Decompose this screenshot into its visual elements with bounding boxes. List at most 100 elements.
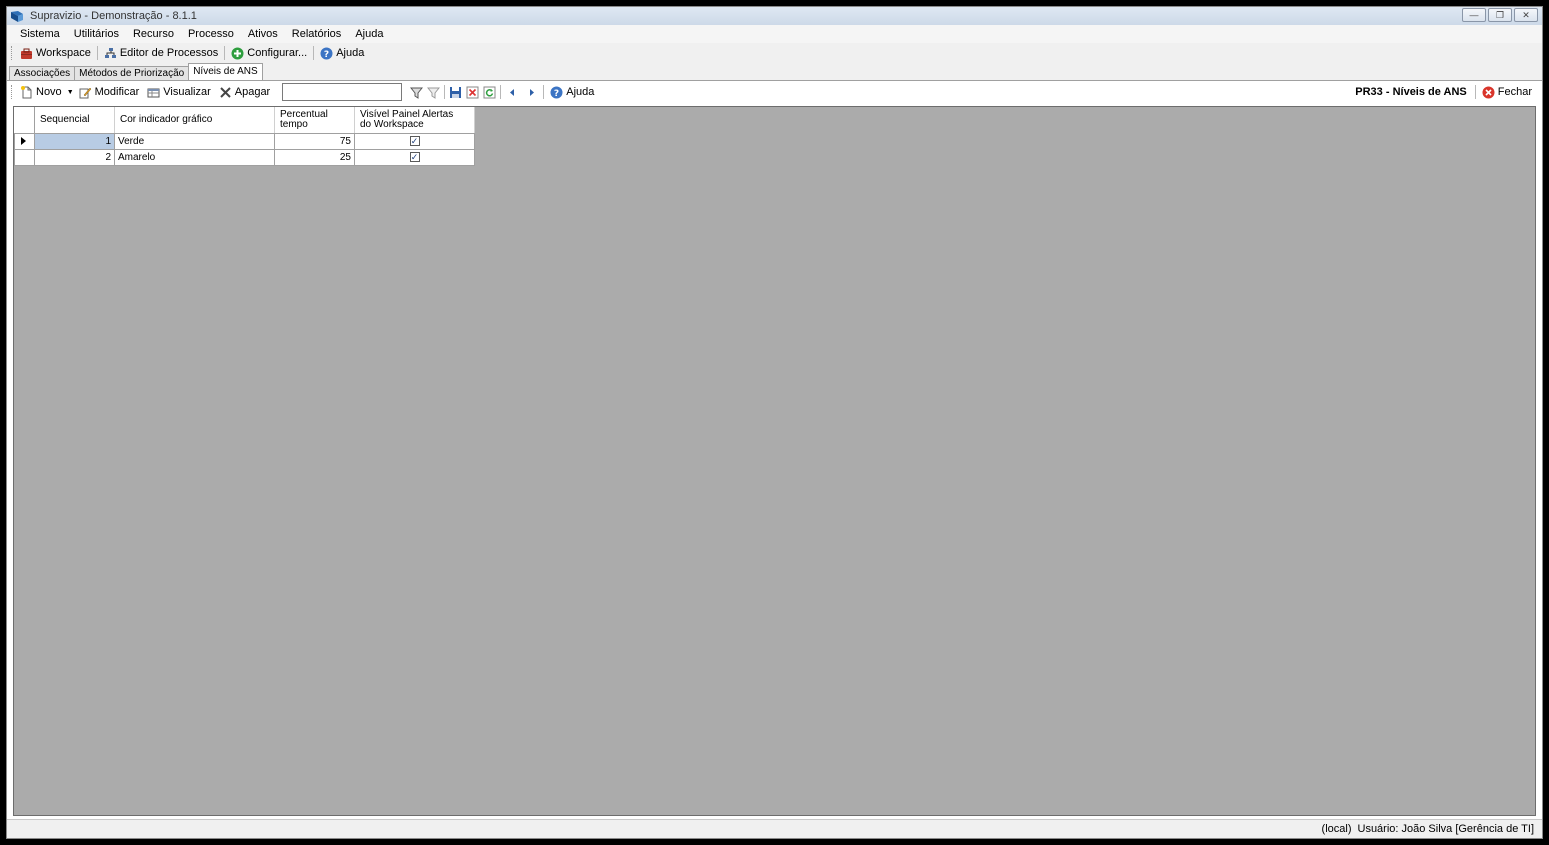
main-toolbar: Workspace Editor de Processos Configurar…	[7, 43, 1542, 63]
toolbar-grip	[11, 85, 14, 99]
minimize-button[interactable]: —	[1462, 8, 1486, 22]
filter-input[interactable]	[282, 83, 403, 101]
arrow-right-icon	[530, 88, 535, 96]
novo-button[interactable]: Novo	[16, 83, 66, 101]
edit-icon	[79, 87, 91, 98]
fechar-button[interactable]: Fechar	[1478, 83, 1536, 101]
modificar-label: Modificar	[94, 86, 140, 98]
record-ajuda-button[interactable]: ? Ajuda	[546, 83, 598, 101]
view-table-icon	[147, 88, 160, 97]
tab-metodos-priorizacao[interactable]: Métodos de Priorização	[74, 66, 190, 80]
refresh-icon	[483, 86, 496, 98]
menu-bar: Sistema Utilitários Recurso Processo Ati…	[7, 25, 1542, 43]
ajuda-label: Ajuda	[336, 47, 365, 59]
restore-icon: ❐	[1495, 9, 1505, 20]
toolbar-separator	[500, 85, 502, 99]
data-grid: Sequencial Cor indicador gráfico Percent…	[14, 107, 475, 166]
row-selector[interactable]	[14, 148, 35, 166]
cell-sequencial[interactable]: 2	[34, 148, 115, 166]
tab-strip: Associações Métodos de Priorização Nívei…	[7, 63, 1542, 80]
app-logo-icon	[11, 10, 23, 22]
visivel-checkbox[interactable]: ✓	[409, 135, 420, 146]
main-window: Supravizio - Demonstração - 8.1.1 — ❐ ✕ …	[6, 6, 1543, 839]
record-toolbar: Novo ▼ Modificar Visualizar Apagar ? Aju…	[7, 81, 1542, 103]
save-icon	[450, 86, 462, 98]
editor-processos-button[interactable]: Editor de Processos	[100, 44, 222, 62]
svg-text:?: ?	[554, 89, 559, 99]
status-user: Usuário: João Silva [Gerência de TI]	[1357, 823, 1535, 835]
ajuda-button[interactable]: ? Ajuda	[316, 44, 368, 62]
toolbar-separator	[1474, 85, 1476, 99]
menu-utilitarios[interactable]: Utilitários	[67, 28, 126, 40]
chevron-down-icon: ▼	[66, 88, 74, 96]
refresh-button[interactable]	[481, 83, 498, 101]
restore-button[interactable]: ❐	[1488, 8, 1512, 22]
visivel-checkbox[interactable]: ✓	[409, 151, 420, 162]
cell-percentual[interactable]: 25	[274, 148, 355, 166]
help-icon: ?	[550, 86, 563, 99]
cancel-icon	[466, 86, 479, 98]
menu-sistema[interactable]: Sistema	[13, 28, 67, 40]
toolbar-separator	[313, 46, 315, 60]
toolbar-separator	[96, 46, 98, 60]
toolbar-separator	[543, 85, 545, 99]
window-title: Supravizio - Demonstração - 8.1.1	[30, 10, 197, 22]
modificar-button[interactable]: Modificar	[75, 83, 144, 101]
flowchart-icon	[104, 47, 116, 58]
cell-visivel[interactable]: ✓	[354, 132, 475, 150]
arrow-left-icon	[510, 88, 515, 96]
row-selector[interactable]	[14, 132, 35, 150]
menu-ajuda[interactable]: Ajuda	[348, 28, 390, 40]
tab-niveis-ans[interactable]: Níveis de ANS	[188, 63, 263, 80]
status-server: (local)	[1321, 823, 1352, 835]
menu-processo[interactable]: Processo	[181, 28, 241, 40]
form-title: PR33 - Níveis de ANS	[1355, 86, 1467, 98]
menu-relatorios[interactable]: Relatórios	[285, 28, 349, 40]
cancel-button[interactable]	[464, 83, 481, 101]
table-row[interactable]: 2 Amarelo 25 ✓	[14, 148, 475, 166]
tab-associacoes[interactable]: Associações	[9, 66, 76, 80]
apagar-button[interactable]: Apagar	[215, 83, 274, 101]
cell-visivel[interactable]: ✓	[354, 148, 475, 166]
column-header-percentual-label: Percentual tempo	[280, 108, 328, 130]
cell-cor[interactable]: Amarelo	[114, 148, 275, 166]
delete-x-icon	[220, 86, 231, 98]
column-header-cor[interactable]: Cor indicador gráfico	[114, 107, 275, 134]
tab-content: Novo ▼ Modificar Visualizar Apagar ? Aju…	[7, 80, 1542, 820]
record-ajuda-label: Ajuda	[566, 86, 595, 98]
grid-header-row: Sequencial Cor indicador gráfico Percent…	[14, 107, 475, 134]
close-icon: ✕	[1522, 9, 1530, 20]
next-record-button[interactable]	[522, 83, 541, 101]
visualizar-label: Visualizar	[163, 86, 211, 98]
svg-text:?: ?	[324, 50, 329, 60]
save-button[interactable]	[447, 83, 464, 101]
new-document-icon	[21, 85, 32, 98]
clear-filter-button[interactable]	[425, 83, 442, 101]
cell-percentual[interactable]: 75	[274, 132, 355, 150]
close-window-button[interactable]: ✕	[1514, 8, 1538, 22]
column-header-percentual[interactable]: Percentual tempo	[274, 107, 355, 134]
column-header-sequencial[interactable]: Sequencial	[34, 107, 115, 134]
toolbar-grip	[11, 46, 14, 60]
apply-filter-button[interactable]	[408, 83, 425, 101]
column-header-visivel[interactable]: Visível Painel Alertas do Workspace	[354, 107, 475, 134]
filter-icon	[410, 87, 424, 99]
workspace-button[interactable]: Workspace	[16, 44, 95, 62]
menu-recurso[interactable]: Recurso	[126, 28, 181, 40]
add-circle-icon	[231, 47, 244, 59]
novo-dropdown[interactable]: ▼	[66, 83, 75, 101]
row-header-corner[interactable]	[14, 107, 35, 134]
close-circle-icon	[1482, 86, 1495, 98]
visualizar-button[interactable]: Visualizar	[143, 83, 215, 101]
filter-clear-icon	[427, 87, 441, 99]
toolbar-separator	[224, 46, 226, 60]
previous-record-button[interactable]	[503, 83, 522, 101]
table-row[interactable]: 1 Verde 75 ✓	[14, 132, 475, 150]
cell-cor[interactable]: Verde	[114, 132, 275, 150]
status-bar: (local) Usuário: João Silva [Gerência de…	[7, 819, 1542, 838]
help-icon: ?	[320, 47, 333, 60]
cell-sequencial[interactable]: 1	[34, 132, 115, 150]
configurar-button[interactable]: Configurar...	[227, 44, 311, 62]
menu-ativos[interactable]: Ativos	[241, 28, 285, 40]
minimize-icon: —	[1469, 10, 1479, 20]
